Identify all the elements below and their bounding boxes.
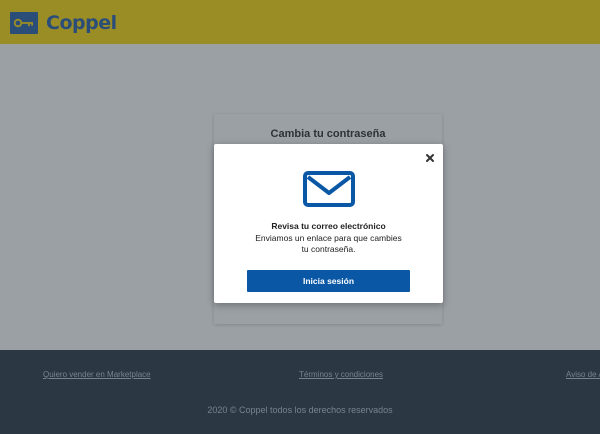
modal-title: Revisa tu correo electrónico — [271, 221, 386, 231]
envelope-icon — [303, 171, 355, 207]
modal-message-line-1: Enviamos un enlace para que cambies — [255, 233, 402, 243]
login-button[interactable]: Inicia sesión — [247, 270, 410, 292]
email-sent-modal: Revisa tu correo electrónico Enviamos un… — [214, 144, 443, 303]
modal-message: Enviamos un enlace para que cambies tu c… — [244, 233, 413, 255]
close-icon[interactable] — [424, 151, 436, 163]
page: Coppel Cambia tu contraseña Quiero vende… — [0, 0, 600, 434]
modal-message-line-2: tu contraseña. — [301, 244, 356, 254]
